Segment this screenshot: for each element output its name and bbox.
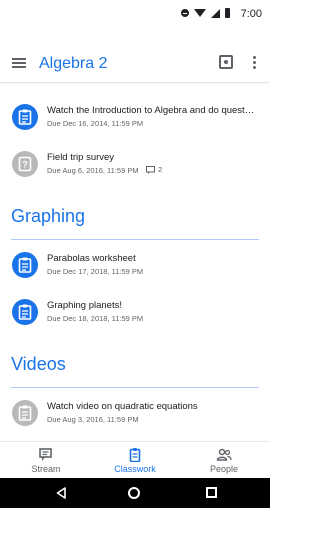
- item-due-date: Due Dec 17, 2018, 11:59 PM: [47, 267, 144, 276]
- item-due-date: Due Dec 16, 2014, 11:59 PM: [47, 119, 144, 128]
- list-item[interactable]: Watch video on quadratic equations Due A…: [0, 400, 270, 434]
- comment-count: 2: [146, 165, 162, 174]
- item-title: Watch video on quadratic equations: [47, 401, 198, 412]
- battery-icon: [225, 8, 230, 18]
- menu-icon[interactable]: [12, 58, 26, 68]
- home-icon[interactable]: [128, 487, 140, 499]
- assignment-icon[interactable]: [219, 55, 233, 69]
- comment-icon: [146, 165, 155, 174]
- header-shadow: [0, 82, 270, 84]
- wifi-icon: [194, 9, 206, 17]
- item-due-date: Due Aug 3, 2016, 11:59 PM: [47, 415, 139, 424]
- list-item[interactable]: Parabolas worksheet Due Dec 17, 2018, 11…: [0, 252, 270, 286]
- status-icons: [181, 8, 230, 18]
- item-title: Parabolas worksheet: [47, 253, 136, 264]
- section-title-videos: Videos: [11, 354, 66, 374]
- status-time: 7:00: [240, 8, 262, 20]
- question-icon: ?: [12, 151, 38, 177]
- tab-people[interactable]: People: [184, 448, 264, 474]
- people-icon: [216, 448, 232, 461]
- section-divider: [11, 387, 259, 388]
- tab-classwork-label: Classwork: [114, 464, 156, 474]
- list-item[interactable]: ? Field trip survey Due Aug 6, 2016, 11:…: [0, 151, 270, 185]
- tab-stream[interactable]: Stream: [6, 448, 86, 474]
- stream-icon: [39, 448, 52, 461]
- item-title: Field trip survey: [47, 152, 115, 163]
- list-item[interactable]: Watch the Introduction to Algebra and do…: [0, 104, 270, 138]
- classwork-icon: [129, 448, 141, 462]
- section-divider: [11, 239, 259, 240]
- svg-text:?: ?: [22, 160, 28, 170]
- item-title: Watch the Introduction to Algebra and do…: [47, 105, 255, 116]
- list-item[interactable]: Graphing planets! Due Dec 18, 2018, 11:5…: [0, 299, 270, 333]
- bottom-navigation: Stream Classwork People: [0, 441, 270, 479]
- assignment-icon: [12, 104, 38, 130]
- section-title-graphing: Graphing: [11, 206, 86, 226]
- tab-people-label: People: [209, 464, 239, 474]
- page-title: Algebra 2: [39, 55, 108, 72]
- more-vert-icon[interactable]: [252, 56, 256, 70]
- back-icon[interactable]: [56, 487, 66, 499]
- do-not-disturb-icon: [181, 9, 189, 17]
- item-due-date: Due Dec 18, 2018, 11:59 PM: [47, 314, 144, 323]
- tab-classwork[interactable]: Classwork: [95, 448, 175, 474]
- video-assignment-icon: [12, 400, 38, 426]
- tab-stream-label: Stream: [31, 464, 61, 474]
- item-title: Graphing planets!: [47, 300, 122, 311]
- assignment-icon: [12, 299, 38, 325]
- signal-icon: [211, 8, 220, 18]
- recents-icon[interactable]: [206, 487, 217, 498]
- item-due-date: Due Aug 6, 2016, 11:59 PM: [47, 166, 139, 175]
- assignment-icon: [12, 252, 38, 278]
